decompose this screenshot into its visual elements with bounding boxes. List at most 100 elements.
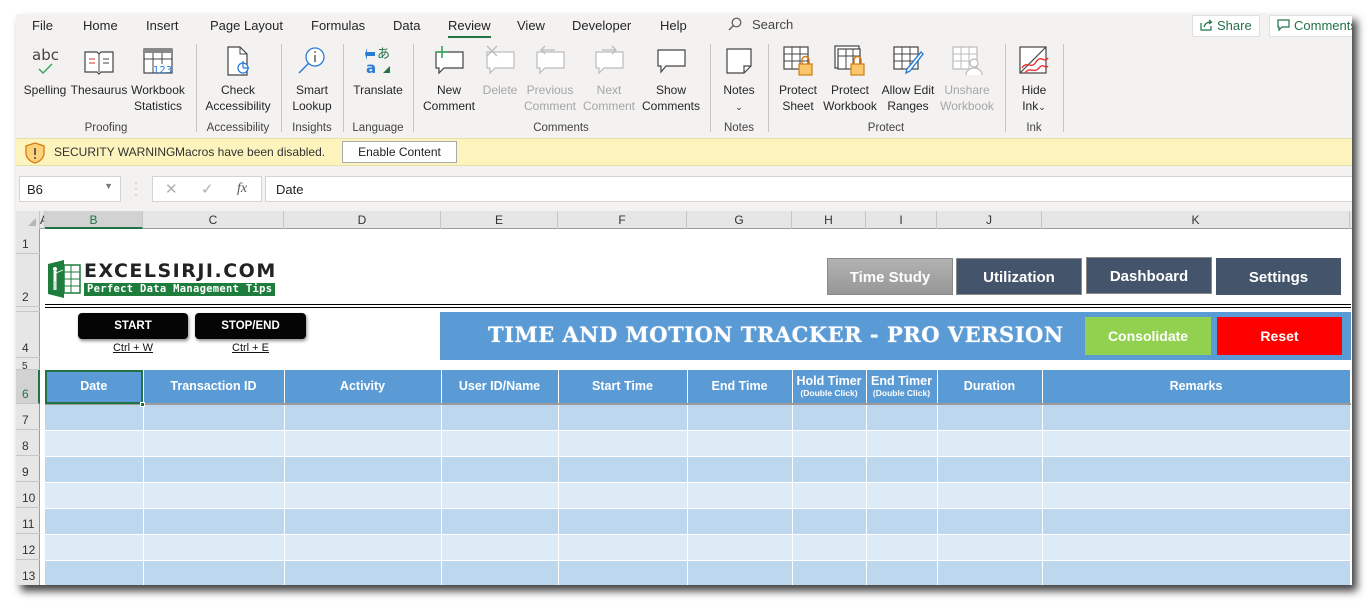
tab-file[interactable]: File [32, 18, 53, 33]
fill-handle[interactable] [140, 402, 145, 407]
table-cell[interactable] [143, 560, 285, 585]
table-cell[interactable] [792, 456, 867, 483]
table-cell[interactable] [866, 534, 938, 561]
table-cell[interactable] [866, 456, 938, 483]
table-cell[interactable] [558, 430, 688, 457]
row-header-1[interactable]: 1 [16, 229, 40, 254]
table-cell[interactable] [687, 508, 793, 535]
stop-end-button[interactable]: STOP/END [195, 313, 306, 339]
column-header-j[interactable]: J [937, 211, 1042, 229]
table-cell[interactable] [284, 404, 442, 431]
dropdown-arrow-icon[interactable]: ▼ [104, 181, 113, 191]
row-header-5[interactable]: 5 [16, 358, 40, 370]
table-cell[interactable] [1042, 508, 1351, 535]
table-cell[interactable] [45, 482, 144, 509]
column-end-time[interactable]: End Time [687, 370, 793, 405]
table-cell[interactable] [441, 482, 559, 509]
table-cell[interactable] [143, 482, 285, 509]
notes-button[interactable]: Notes ⌄ [716, 44, 762, 115]
table-cell[interactable] [937, 508, 1043, 535]
column-duration[interactable]: Duration [937, 370, 1043, 405]
check-accessibility-button[interactable]: Check Accessibility [202, 44, 274, 114]
tab-data[interactable]: Data [393, 18, 420, 33]
settings-button[interactable]: Settings [1216, 258, 1341, 295]
row-header-10[interactable]: 10 [16, 482, 40, 508]
table-cell[interactable] [937, 430, 1043, 457]
workbook-statistics-button[interactable]: 123 Workbook Statistics [129, 44, 187, 114]
row-header-13[interactable]: 13 [16, 560, 40, 585]
table-cell[interactable] [441, 430, 559, 457]
table-cell[interactable] [1042, 456, 1351, 483]
tab-help[interactable]: Help [660, 18, 687, 33]
row-header-2[interactable]: 2 [16, 254, 40, 307]
table-cell[interactable] [687, 534, 793, 561]
tab-review[interactable]: Review [448, 18, 491, 38]
table-cell[interactable] [687, 430, 793, 457]
tab-home[interactable]: Home [83, 18, 118, 33]
table-cell[interactable] [143, 534, 285, 561]
table-cell[interactable] [937, 456, 1043, 483]
table-cell[interactable] [866, 404, 938, 431]
table-cell[interactable] [284, 560, 442, 585]
table-cell[interactable] [687, 404, 793, 431]
name-box[interactable]: B6 ▼ [19, 176, 121, 202]
table-cell[interactable] [558, 456, 688, 483]
column-header-e[interactable]: E [441, 211, 558, 229]
table-cell[interactable] [441, 534, 559, 561]
new-comment-button[interactable]: New Comment [419, 44, 479, 114]
column-remarks[interactable]: Remarks [1042, 370, 1351, 405]
table-cell[interactable] [558, 508, 688, 535]
column-header-k[interactable]: K [1042, 211, 1350, 229]
select-all-button[interactable] [16, 211, 40, 229]
enable-content-button[interactable]: Enable Content [342, 141, 457, 163]
spelling-button[interactable]: abc Spelling [22, 44, 68, 98]
time-study-button[interactable]: Time Study [827, 258, 953, 295]
table-cell[interactable] [792, 482, 867, 509]
column-transaction-id[interactable]: Transaction ID [143, 370, 285, 405]
previous-comment-button[interactable]: Previous Comment [521, 44, 579, 114]
protect-workbook-button[interactable]: Protect Workbook [821, 44, 879, 114]
dashboard-button[interactable]: Dashboard [1086, 257, 1212, 294]
table-cell[interactable] [937, 560, 1043, 585]
table-cell[interactable] [792, 534, 867, 561]
drag-handle-icon[interactable]: · · · [134, 176, 138, 200]
search-box[interactable]: Search [728, 17, 793, 32]
table-cell[interactable] [792, 560, 867, 585]
protect-sheet-button[interactable]: Protect Sheet [773, 44, 823, 114]
row-header-6[interactable]: 6 [16, 370, 40, 404]
table-cell[interactable] [441, 508, 559, 535]
table-cell[interactable] [687, 456, 793, 483]
table-cell[interactable] [866, 430, 938, 457]
tab-formulas[interactable]: Formulas [311, 18, 365, 33]
table-cell[interactable] [558, 560, 688, 585]
smart-lookup-button[interactable]: Smart Lookup [287, 44, 337, 114]
consolidate-button[interactable]: Consolidate [1085, 317, 1211, 355]
column-header-f[interactable]: F [558, 211, 687, 229]
table-cell[interactable] [866, 560, 938, 585]
table-cell[interactable] [441, 560, 559, 585]
tab-page-layout[interactable]: Page Layout [210, 18, 283, 33]
table-cell[interactable] [792, 430, 867, 457]
reset-button[interactable]: Reset [1217, 317, 1342, 355]
table-cell[interactable] [866, 482, 938, 509]
column-header-d[interactable]: D [284, 211, 441, 229]
table-cell[interactable] [284, 430, 442, 457]
delete-comment-button[interactable]: Delete [479, 44, 521, 98]
show-comments-button[interactable]: Show Comments [639, 44, 703, 114]
table-cell[interactable] [284, 508, 442, 535]
table-cell[interactable] [687, 560, 793, 585]
column-activity[interactable]: Activity [284, 370, 442, 405]
table-cell[interactable] [558, 404, 688, 431]
table-cell[interactable] [558, 482, 688, 509]
table-cell[interactable] [1042, 482, 1351, 509]
table-cell[interactable] [45, 534, 144, 561]
table-cell[interactable] [937, 534, 1043, 561]
table-cell[interactable] [45, 560, 144, 585]
column-start-time[interactable]: Start Time [558, 370, 688, 405]
unshare-workbook-button[interactable]: Unshare Workbook [938, 44, 996, 114]
column-header-i[interactable]: I [866, 211, 937, 229]
column-header-g[interactable]: G [687, 211, 792, 229]
confirm-icon[interactable]: ✓ [201, 180, 214, 198]
column-header-h[interactable]: H [792, 211, 866, 229]
share-button[interactable]: Share [1192, 15, 1260, 37]
